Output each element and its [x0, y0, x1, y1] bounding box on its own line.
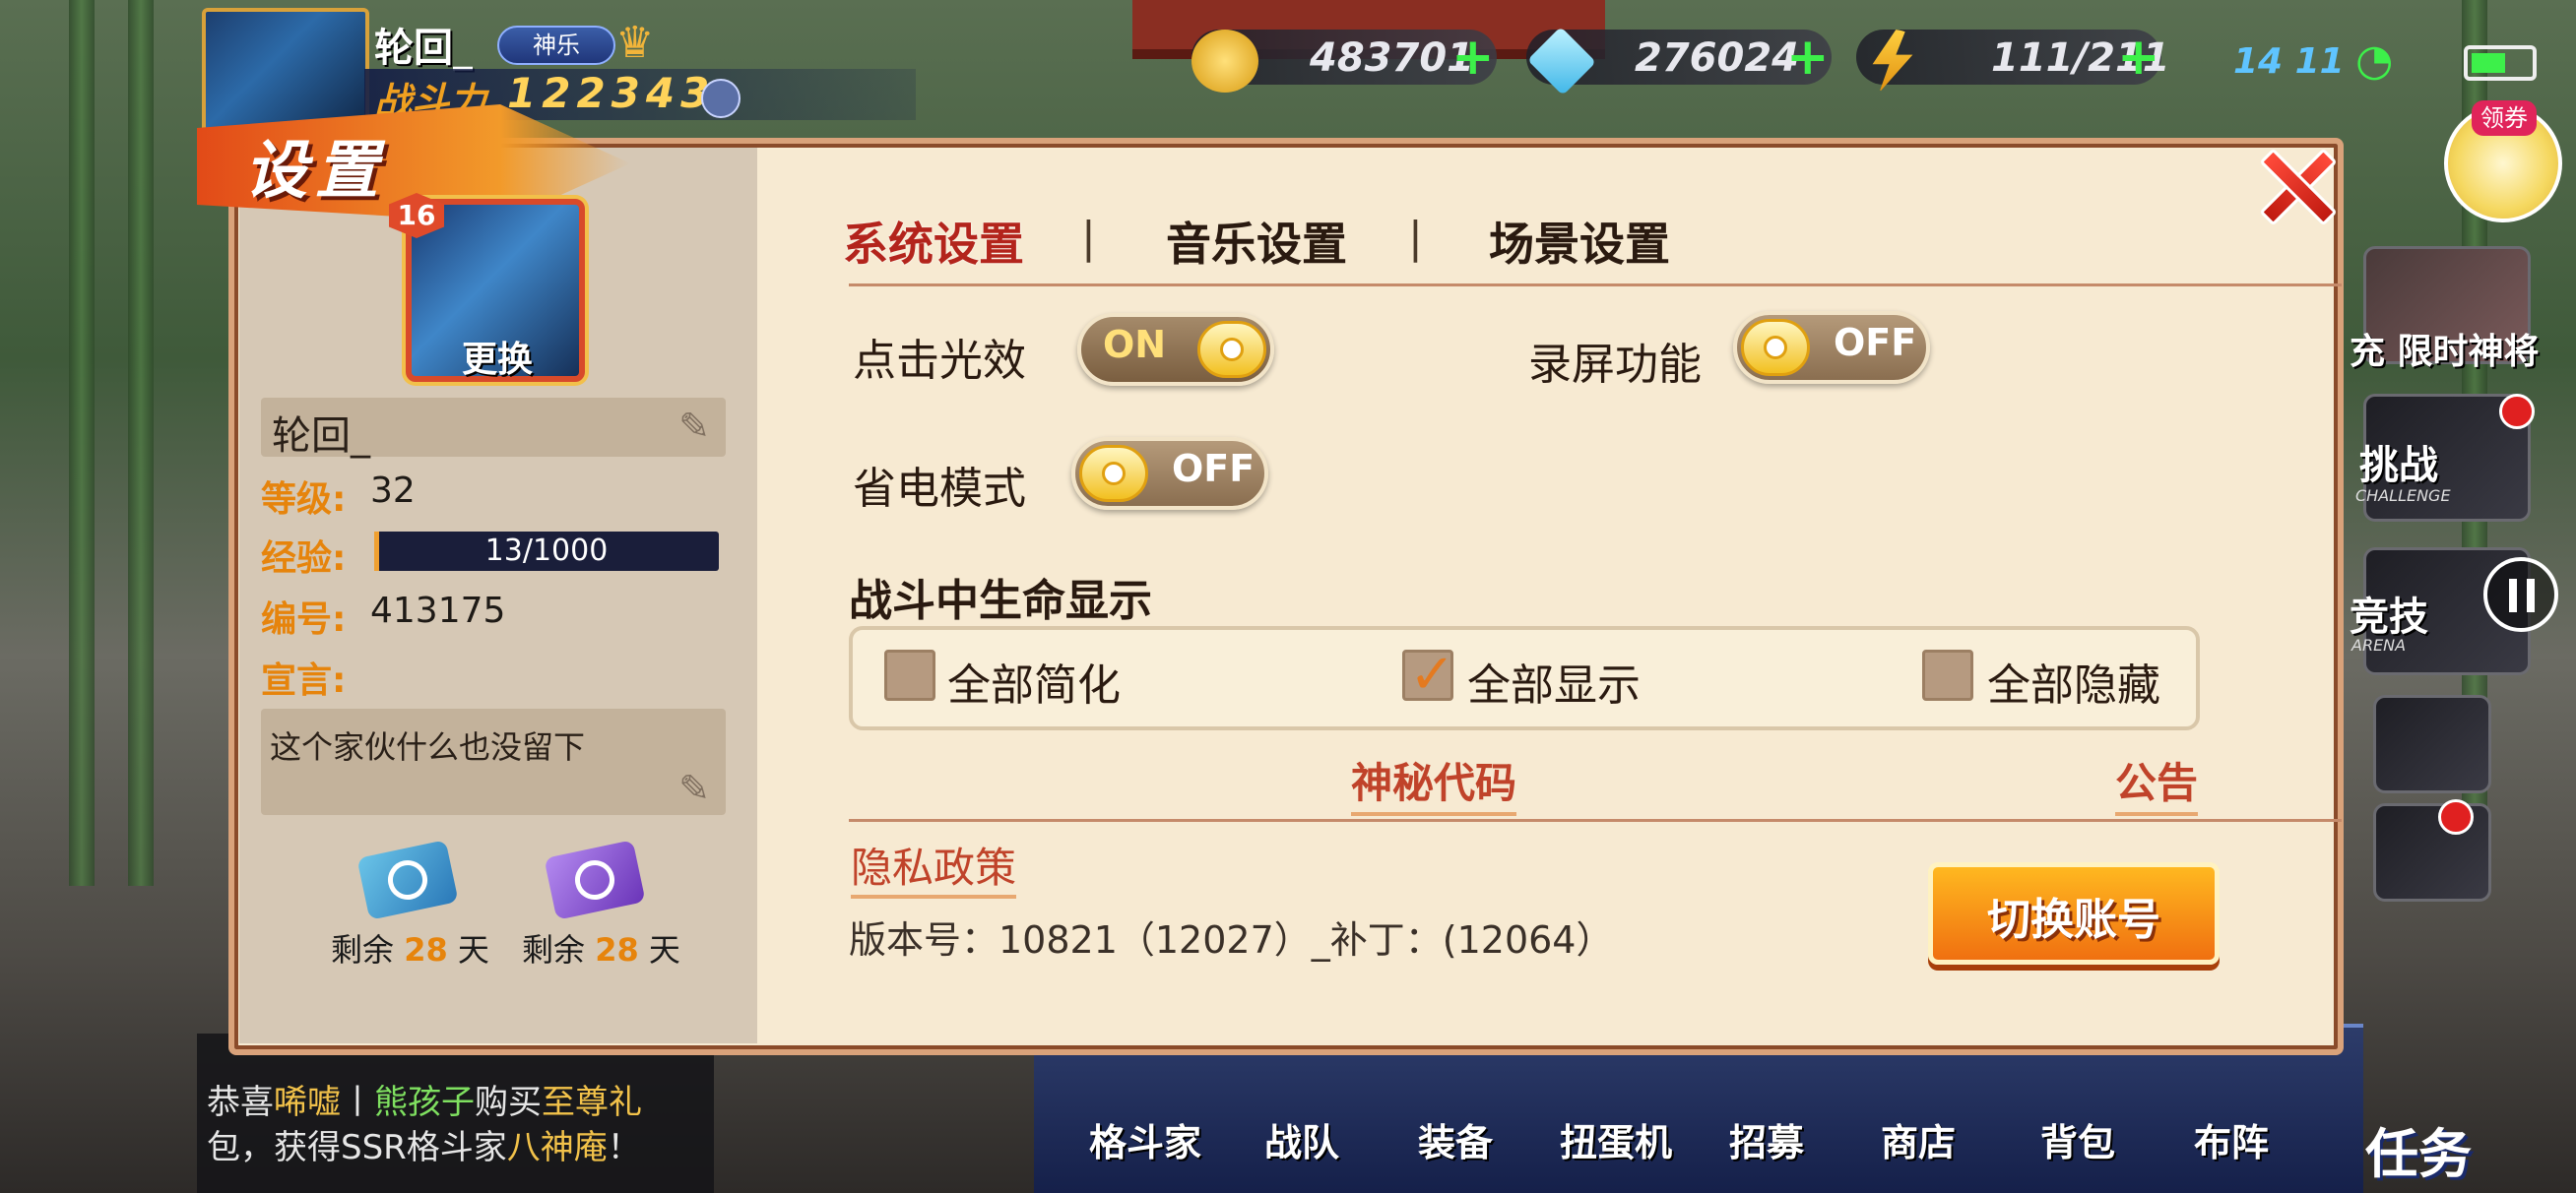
clock: 14 11 — [2233, 41, 2345, 82]
tab-scene[interactable]: 场景设置 — [1489, 209, 1670, 274]
arena-sublabel: ARENA — [2351, 636, 2407, 655]
toggle-knob — [1741, 319, 1810, 376]
nav-recruit[interactable]: 招募 — [1729, 1112, 1804, 1166]
nav-team[interactable]: 战队 — [1264, 1112, 1339, 1166]
wifi-icon: ◔ — [2355, 35, 2394, 86]
divider — [849, 283, 2342, 286]
task-button[interactable]: 任务 — [2365, 1110, 2472, 1188]
exp-value: 13/1000 — [484, 534, 609, 568]
nav-gacha[interactable]: 扭蛋机 — [1560, 1112, 1672, 1166]
secret-code-link[interactable]: 神秘代码 — [1351, 750, 1517, 816]
gold-value: 483701 — [1310, 35, 1474, 81]
id-label: 编号: — [261, 599, 347, 640]
diamond-value: 276024 — [1635, 35, 1799, 81]
remain-days: 剩余 28 天 — [522, 931, 680, 969]
player-name: 轮回_ — [374, 26, 473, 71]
checkbox-icon[interactable]: ✓ — [1402, 643, 1455, 707]
profile-name: 轮回_ — [272, 413, 370, 459]
nav-equipment[interactable]: 装备 — [1418, 1112, 1493, 1166]
power-save-label: 省电模式 — [853, 464, 1026, 514]
power-value: 122343 — [507, 69, 716, 117]
declaration-label: 宣言: — [261, 660, 347, 701]
pause-icon[interactable] — [2483, 557, 2558, 632]
add-diamond-button[interactable]: + — [1786, 31, 1830, 83]
record-toggle[interactable]: OFF — [1733, 311, 1930, 384]
tab-music[interactable]: 音乐设置 — [1166, 209, 1347, 274]
hp-option-hide-all[interactable]: 全部隐藏 — [1987, 650, 2160, 713]
checkbox-icon[interactable] — [1922, 650, 1973, 701]
challenge-sublabel: CHALLENGE — [2355, 486, 2451, 505]
checkbox-icon[interactable] — [884, 650, 935, 701]
crown-icon: ♛ — [615, 18, 655, 68]
nav-formation[interactable]: 布阵 — [2194, 1112, 2269, 1166]
power-info-icon[interactable] — [701, 79, 741, 118]
bamboo-decoration — [69, 0, 95, 886]
add-gold-button[interactable]: + — [1451, 31, 1495, 83]
checkmark-icon: ✓ — [1409, 643, 1455, 707]
arena-label: 竞技 — [2350, 595, 2428, 640]
level-value: 32 — [370, 471, 416, 511]
hp-option-simplify[interactable]: 全部简化 — [947, 650, 1121, 713]
vip-tag: 神乐 — [497, 26, 615, 65]
nav-shop[interactable]: 商店 — [1881, 1112, 1956, 1166]
change-avatar-button[interactable]: 更换 — [423, 331, 571, 382]
hp-option-show-all[interactable]: 全部显示 — [1467, 650, 1641, 713]
notification-dot — [2499, 394, 2535, 429]
nav-fighters[interactable]: 格斗家 — [1089, 1112, 1201, 1166]
chat-line: 恭喜唏嘘丨熊孩子购买至尊礼 — [207, 1083, 642, 1122]
toggle-knob — [1079, 445, 1148, 502]
coupon-label: 领券 — [2472, 100, 2537, 136]
version-text: 版本号：10821（12027）_补丁：(12064） — [849, 918, 1614, 962]
record-label: 录屏功能 — [1528, 340, 1702, 390]
dialog-title: 设置 — [244, 135, 386, 208]
switch-account-label: 切换账号 — [1987, 895, 2160, 945]
side-shortcut-button[interactable] — [2373, 803, 2491, 902]
challenge-label: 挑战 — [2359, 443, 2438, 488]
pencil-icon[interactable]: ✎ — [674, 768, 715, 809]
tab-separator: | — [1081, 213, 1096, 263]
power-save-toggle[interactable]: OFF — [1071, 437, 1268, 510]
bamboo-decoration — [128, 0, 154, 886]
close-icon[interactable] — [2255, 148, 2338, 226]
privacy-policy-link[interactable]: 隐私政策 — [851, 835, 1017, 899]
toggle-knob — [1197, 321, 1266, 378]
click-effect-toggle[interactable]: ON — [1077, 313, 1274, 386]
notification-dot — [2438, 799, 2474, 835]
pencil-icon[interactable]: ✎ — [674, 406, 715, 447]
divider — [849, 819, 2342, 822]
tab-separator: | — [1408, 213, 1423, 263]
remain-days: 剩余 28 天 — [331, 931, 489, 969]
chat-line: 包，获得SSR格斗家八神庵！ — [207, 1128, 641, 1167]
exp-label: 经验: — [261, 538, 347, 579]
tab-system[interactable]: 系统设置 — [843, 209, 1024, 274]
click-effect-label: 点击光效 — [853, 336, 1026, 386]
side-shortcut-button[interactable] — [2373, 695, 2491, 793]
limited-hero-label: 充 限时神将 — [2350, 332, 2540, 372]
battery-icon — [2464, 45, 2537, 81]
level-label: 等级: — [261, 479, 347, 520]
gold-icon — [1191, 30, 1258, 93]
id-value: 413175 — [370, 591, 506, 631]
game-screen: { "hud": { "player_name": "轮回_", "vip_ta… — [0, 0, 2576, 1193]
nav-bag[interactable]: 背包 — [2040, 1112, 2115, 1166]
hp-display-label: 战斗中生命显示 — [849, 576, 1152, 626]
declaration-text: 这个家伙什么也没留下 — [270, 728, 586, 766]
notice-link[interactable]: 公告 — [2115, 750, 2199, 816]
add-stamina-button[interactable]: + — [2117, 31, 2160, 83]
